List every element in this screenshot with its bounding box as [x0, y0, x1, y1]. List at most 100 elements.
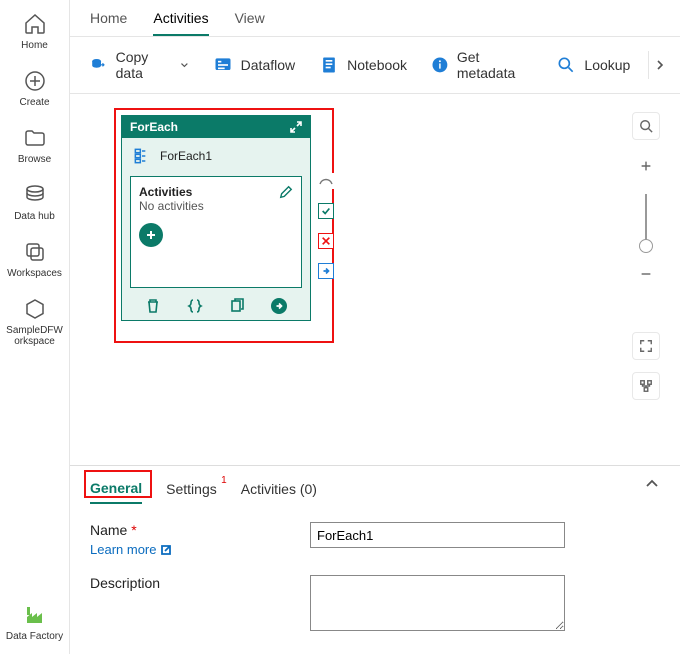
external-link-icon [160, 544, 172, 556]
lookup-icon [556, 55, 576, 75]
toolbar-copy-data[interactable]: Copy data [80, 43, 199, 87]
workspace-hex-icon [23, 297, 47, 321]
rail-sample-workspace[interactable]: SampleDFW orkspace [5, 291, 65, 359]
description-field-label: Description [90, 575, 310, 634]
toolbar-dataflow-label: Dataflow [241, 57, 295, 73]
rail-datahub[interactable]: Data hub [5, 177, 65, 234]
collapse-panel-chevron[interactable] [644, 476, 660, 492]
toolbar-get-metadata-label: Get metadata [457, 49, 533, 81]
prop-tab-general[interactable]: General [90, 476, 142, 504]
left-nav-rail: Home Create Browse Data hub Workspaces S… [0, 0, 70, 654]
copy-data-icon [90, 55, 108, 75]
prop-tab-activities[interactable]: Activities (0) [241, 477, 317, 503]
rail-home[interactable]: Home [5, 6, 65, 63]
toolbar-overflow[interactable] [648, 51, 670, 79]
name-input[interactable] [310, 522, 565, 548]
toolbar-lookup-label: Lookup [584, 57, 630, 73]
properties-panel: General Settings 1 Activities (0) Name *… [70, 465, 680, 654]
connector-success[interactable] [318, 203, 334, 219]
rail-data-factory-label: Data Factory [6, 631, 63, 642]
add-activity-button[interactable] [139, 223, 163, 247]
prop-tab-settings-badge: 1 [221, 475, 227, 486]
name-field-label-block: Name * Learn more [90, 522, 310, 557]
copy-icon[interactable] [229, 298, 245, 314]
foreach-loop-icon [132, 146, 152, 166]
plus-circle-icon [23, 69, 47, 93]
activities-header: Activities [139, 185, 204, 199]
foreach-name: ForEach1 [160, 149, 212, 163]
rail-create-label: Create [19, 97, 49, 108]
learn-more-text: Learn more [90, 542, 156, 557]
toolbar-dataflow[interactable]: Dataflow [203, 49, 305, 81]
zoom-slider-track[interactable] [645, 194, 647, 246]
activity-toolbar: Copy data Dataflow Notebook Get metadata [70, 37, 680, 94]
chevron-right-icon [654, 59, 666, 71]
auto-align-button[interactable] [632, 372, 660, 400]
name-field-label: Name [90, 522, 127, 538]
rail-datahub-label: Data hub [14, 211, 55, 222]
rail-home-label: Home [21, 40, 48, 51]
auto-align-icon [639, 379, 653, 393]
top-tab-view[interactable]: View [235, 6, 265, 36]
minus-icon [639, 267, 653, 281]
arrow-right-icon [274, 301, 284, 311]
pipeline-canvas[interactable]: ForEach ForEach1 Activities No activitie… [70, 94, 680, 465]
search-icon [639, 119, 653, 133]
prop-tab-settings-label: Settings [166, 481, 217, 497]
data-factory-icon [23, 603, 47, 627]
toolbar-lookup[interactable]: Lookup [546, 49, 640, 81]
description-textarea[interactable] [310, 575, 565, 631]
expand-icon[interactable] [290, 121, 302, 133]
foreach-name-row: ForEach1 [122, 138, 310, 172]
connector-fail[interactable] [318, 233, 334, 249]
home-icon [23, 12, 47, 36]
rail-workspaces[interactable]: Workspaces [5, 234, 65, 291]
rail-workspaces-label: Workspaces [7, 268, 62, 279]
activity-connectors [316, 115, 336, 279]
zoom-in-button[interactable] [632, 152, 660, 180]
zoom-fit-button[interactable] [632, 332, 660, 360]
workspaces-icon [23, 240, 47, 264]
zoom-out-button[interactable] [632, 260, 660, 288]
folder-icon [23, 126, 47, 150]
toolbar-get-metadata[interactable]: Get metadata [421, 43, 542, 87]
plus-icon [145, 229, 157, 241]
foreach-card-header[interactable]: ForEach [122, 116, 310, 138]
foreach-header-title: ForEach [130, 120, 178, 134]
toolbar-copy-data-label: Copy data [116, 49, 172, 81]
foreach-activity-card[interactable]: ForEach ForEach1 Activities No activitie… [121, 115, 311, 321]
rail-browse[interactable]: Browse [5, 120, 65, 177]
property-tabs: General Settings 1 Activities (0) [90, 476, 660, 504]
zoom-slider-thumb[interactable] [639, 239, 653, 253]
rail-create[interactable]: Create [5, 63, 65, 120]
required-asterisk: * [131, 522, 136, 538]
connector-completion[interactable] [318, 263, 334, 279]
highlight-foreach-activity: ForEach ForEach1 Activities No activitie… [114, 108, 334, 343]
fit-icon [639, 339, 653, 353]
trash-icon[interactable] [145, 298, 161, 314]
pencil-icon[interactable] [279, 185, 293, 199]
braces-icon[interactable] [187, 298, 203, 314]
plus-icon [639, 159, 653, 173]
info-circle-icon [431, 55, 449, 75]
rail-browse-label: Browse [18, 154, 51, 165]
top-tab-home[interactable]: Home [90, 6, 127, 36]
toolbar-notebook[interactable]: Notebook [309, 49, 417, 81]
dataflow-icon [213, 55, 233, 75]
go-to-button[interactable] [271, 298, 287, 314]
connector-skip[interactable] [318, 173, 334, 189]
canvas-search-button[interactable] [632, 112, 660, 140]
top-tabs: Home Activities View [70, 0, 680, 37]
data-hub-icon [23, 183, 47, 207]
chevron-down-icon [180, 60, 189, 70]
learn-more-link[interactable]: Learn more [90, 542, 172, 557]
canvas-controls [630, 112, 662, 400]
main-area: Home Activities View Copy data Dataflow … [70, 0, 680, 654]
foreach-activities-panel[interactable]: Activities No activities [130, 176, 302, 288]
rail-sample-workspace-label: SampleDFW orkspace [6, 325, 63, 347]
top-tab-activities[interactable]: Activities [153, 6, 208, 36]
prop-tab-settings[interactable]: Settings 1 [166, 477, 217, 503]
foreach-footer-actions [122, 294, 310, 320]
rail-data-factory[interactable]: Data Factory [5, 597, 65, 654]
notebook-icon [319, 55, 339, 75]
